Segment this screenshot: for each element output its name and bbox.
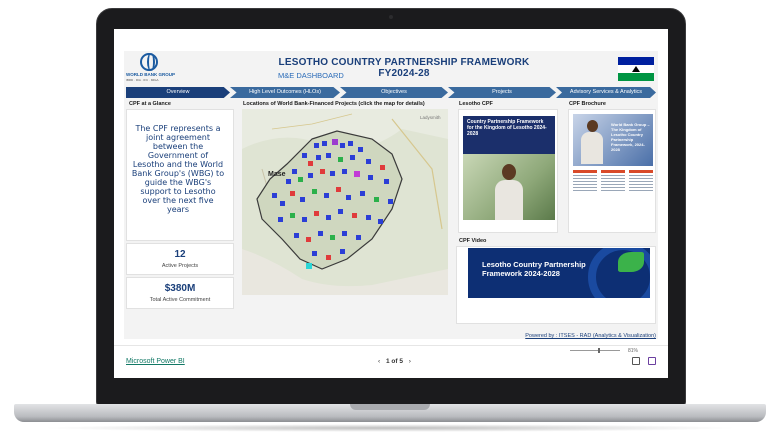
page-navigator: ‹ 1 of 5 ›: [378, 358, 411, 365]
kpi-label: Total Active Commitment: [149, 297, 211, 303]
globe-icon: [140, 53, 158, 71]
powered-by-link[interactable]: Powered by : ITSES - RAD (Analytics & Vi…: [468, 333, 656, 339]
fullscreen-icon[interactable]: [648, 357, 656, 365]
report-canvas: WORLD BANK GROUP IBRD · IDA · IFC · MIGA…: [124, 51, 658, 339]
glance-text-card: The CPF represents a joint agreement bet…: [126, 109, 234, 241]
zoom-slider-handle[interactable]: [598, 348, 600, 353]
nav-tab-objectives[interactable]: Objectives: [340, 87, 448, 98]
map-label-town: Ladysmith: [420, 115, 441, 120]
brochure-columns: [573, 170, 653, 226]
map-header: Locations of World Bank-Financed Project…: [240, 100, 450, 108]
brochure-header: CPF Brochure: [566, 100, 656, 108]
nav-tab-projects[interactable]: Projects: [448, 87, 556, 98]
map-svg: [242, 109, 448, 295]
zoom-slider[interactable]: [570, 350, 620, 351]
kpi-total-commitment: $380M Total Active Commitment: [126, 277, 234, 309]
powerbi-link[interactable]: Microsoft Power BI: [126, 358, 185, 365]
logo-text: WORLD BANK GROUP: [126, 72, 175, 77]
cover-photo: [463, 154, 555, 220]
world-bank-logo: WORLD BANK GROUP IBRD · IDA · IFC · MIGA: [126, 53, 175, 85]
lesotho-border: [256, 130, 403, 270]
person-image: [581, 120, 603, 164]
map-outline-icon: [618, 252, 644, 272]
cpf-video-player[interactable]: Lesotho Country Partnership Framework 20…: [468, 248, 650, 298]
laptop-notch: [350, 404, 430, 410]
prev-page-button[interactable]: ‹: [378, 358, 380, 365]
page-indicator: 1 of 5: [385, 358, 403, 365]
lesotho-flag: [618, 57, 654, 81]
zoom-level: 81%: [628, 348, 639, 354]
page-subtitle: M&E DASHBOARD: [278, 71, 344, 80]
nav-tab-overview[interactable]: Overview: [126, 87, 230, 98]
nav-tab-asa[interactable]: Advisory Services & Analytics: [556, 87, 656, 98]
kpi-value: $380M: [164, 283, 196, 294]
nav-bar: Overview High Level Outcomes (HLOs) Obje…: [126, 87, 656, 98]
cover-title: Country Partnership Framework for the Ki…: [467, 119, 547, 137]
video-title: Lesotho Country Partnership Framework 20…: [482, 260, 586, 278]
nav-tab-hlos[interactable]: High Level Outcomes (HLOs): [230, 87, 340, 98]
screen: WORLD BANK GROUP IBRD · IDA · IFC · MIGA…: [114, 29, 668, 378]
logo-subtext: IBRD · IDA · IFC · MIGA: [126, 78, 159, 82]
glance-text: The CPF represents a joint agreement bet…: [131, 124, 225, 214]
powerbi-bottom-bar: 81% Microsoft Power BI ‹ 1 of 5 ›: [114, 345, 668, 378]
next-page-button[interactable]: ›: [409, 358, 411, 365]
kpi-value: 12: [174, 249, 186, 260]
video-header: CPF Video: [456, 237, 656, 245]
kpi-label: Active Projects: [161, 263, 199, 269]
laptop-shadow: [40, 424, 740, 432]
person-image: [495, 164, 523, 220]
share-icon[interactable]: [632, 357, 640, 365]
webcam: [389, 15, 393, 19]
map-label-capital: Mase: [268, 171, 286, 178]
brochure-banner: World Bank Group – The Kingdom of Lesoth…: [573, 114, 653, 166]
cpf-brochure[interactable]: World Bank Group – The Kingdom of Lesoth…: [568, 109, 656, 233]
glance-header: CPF at a Glance: [126, 100, 234, 108]
cpf-document-cover[interactable]: Country Partnership Framework for the Ki…: [458, 109, 558, 233]
project-map[interactable]: Mase Ladysmith: [242, 109, 448, 295]
laptop-frame: WORLD BANK GROUP IBRD · IDA · IFC · MIGA…: [0, 0, 780, 439]
brochure-title: World Bank Group – The Kingdom of Lesoth…: [611, 122, 650, 152]
cover-footer-logos: [463, 222, 555, 230]
cpf-header: Lesotho CPF: [456, 100, 560, 108]
mokorotlo-hat-icon: [632, 66, 640, 72]
cover-banner: Country Partnership Framework for the Ki…: [463, 116, 555, 154]
kpi-active-projects: 12 Active Projects: [126, 243, 234, 275]
